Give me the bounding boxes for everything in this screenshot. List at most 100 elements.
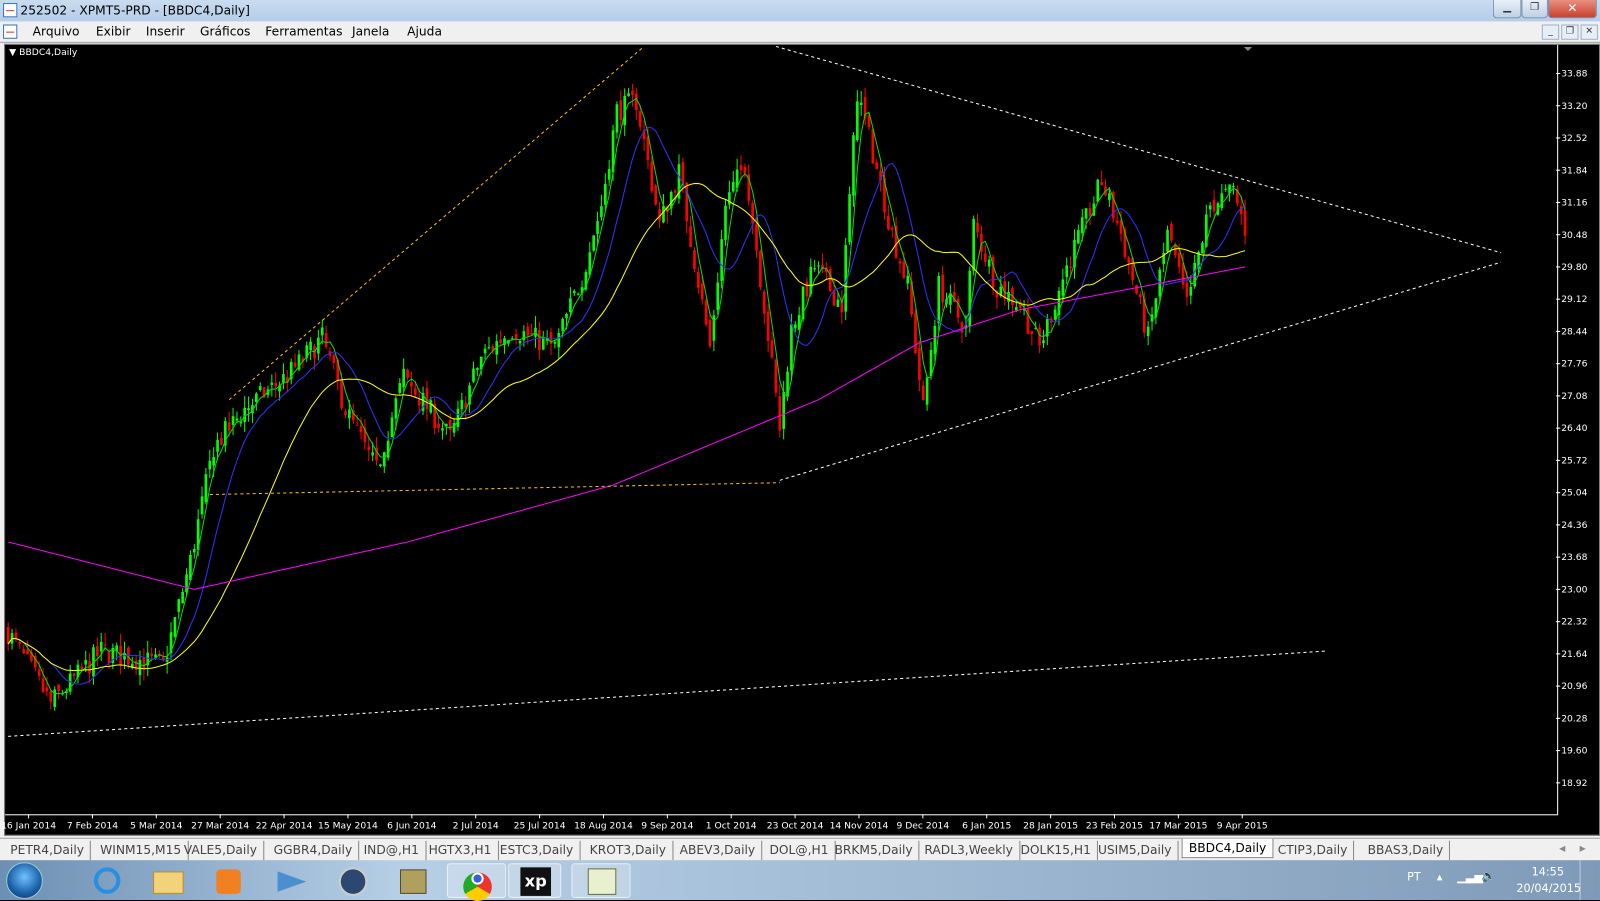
candle-body — [976, 222, 979, 233]
tabs-scroll-right[interactable]: ▸ — [1580, 841, 1586, 855]
tab-dolk15-h1[interactable]: DOLK15,H1 — [1014, 840, 1099, 861]
candle-body — [720, 239, 723, 281]
tab-winm15-m15[interactable]: WINM15,M15 — [94, 840, 189, 861]
candle-body — [96, 646, 99, 657]
taskbar-chrome[interactable] — [446, 863, 507, 901]
candle-body — [340, 379, 343, 409]
tabs-scroll-left[interactable]: ◂ — [1559, 841, 1565, 855]
tab-brkm5-daily[interactable]: BRKM5,Daily — [828, 840, 920, 861]
candle-body — [1088, 208, 1092, 217]
candle-body — [960, 322, 964, 333]
show-desktop-button[interactable] — [1579, 860, 1600, 900]
candle-body — [49, 691, 53, 702]
candle-body — [208, 460, 212, 470]
taskbar-metatrader[interactable] — [571, 863, 631, 898]
price-tick-label: 24.36 — [1561, 520, 1587, 531]
date-tick-label: 7 Feb 2014 — [67, 821, 118, 832]
tab-ggbr4-daily[interactable]: GGBR4,Daily — [268, 840, 360, 861]
price-tick-label: 29.12 — [1561, 294, 1587, 305]
start-button[interactable] — [6, 862, 43, 899]
candle-body — [650, 161, 654, 192]
candle-body — [510, 338, 514, 340]
candle-body — [592, 235, 595, 251]
candle-body — [1080, 217, 1084, 234]
candle-body — [634, 93, 638, 111]
volume-icon[interactable]: 🔈 — [1482, 869, 1496, 882]
taskbar-utility[interactable] — [386, 863, 439, 898]
candle-body — [813, 268, 817, 270]
candle-body — [413, 388, 417, 395]
tab-abev3-daily[interactable]: ABEV3,Daily — [673, 840, 763, 861]
candle-body — [553, 341, 557, 344]
date-tick-label: 6 Jan 2015 — [962, 821, 1011, 832]
taskbar-xp[interactable]: xp — [508, 863, 562, 898]
candle-body — [615, 104, 619, 133]
tab-usim5-daily[interactable]: USIM5,Daily — [1092, 840, 1179, 861]
candle-body — [716, 282, 720, 310]
candle-body — [382, 452, 386, 467]
ie-icon — [93, 867, 121, 894]
show-hidden-icons[interactable]: ▴ — [1437, 870, 1443, 883]
candle-body — [192, 549, 196, 553]
candle-body — [26, 649, 29, 655]
candle-body — [619, 100, 623, 121]
tab-radl3-weekly[interactable]: RADL3,Weekly — [918, 840, 1021, 861]
clock-date[interactable]: 20/04/2015 — [1516, 882, 1581, 895]
trendline — [775, 45, 1502, 254]
tab-ind-h1[interactable]: IND@,H1 — [357, 840, 427, 861]
date-tick-label: 18 Aug 2014 — [574, 821, 633, 832]
tab-petr4-daily[interactable]: PETR4,Daily — [4, 840, 92, 861]
price-tick-label: 22.32 — [1561, 617, 1587, 628]
tab-dol-h1[interactable]: DOL@,H1 — [763, 840, 836, 861]
candle-body — [258, 386, 262, 390]
taskbar-app[interactable] — [263, 863, 316, 898]
price-tick-label: 28.44 — [1561, 326, 1587, 337]
clock-time[interactable]: 14:55 — [1532, 865, 1564, 878]
candle-body — [394, 398, 398, 419]
price-tick-label: 30.48 — [1561, 230, 1587, 241]
candle-body — [173, 617, 177, 637]
candle-body — [441, 428, 444, 431]
candle-body — [782, 392, 785, 429]
taskbar-ie[interactable] — [80, 863, 133, 898]
candle-body — [177, 599, 181, 612]
candle-body — [359, 425, 363, 433]
tab-bbdc4-daily[interactable]: BBDC4,Daily — [1181, 838, 1274, 859]
candle-body — [417, 400, 421, 406]
candle-body — [941, 274, 944, 303]
candle-body — [1127, 257, 1131, 263]
candle-body — [483, 348, 487, 354]
tab-hgtx3-h1[interactable]: HGTX3,H1 — [422, 840, 499, 861]
candle-body — [526, 326, 530, 336]
candle-body — [762, 291, 766, 314]
candle-body — [1139, 294, 1142, 298]
candle-body — [1243, 210, 1247, 236]
trendline — [8, 650, 1327, 737]
candle-body — [518, 340, 522, 344]
date-tick-label: 2 Jul 2014 — [453, 821, 499, 832]
candle-body — [859, 102, 863, 105]
language-indicator[interactable]: PT — [1407, 870, 1421, 883]
tab-krot3-daily[interactable]: KROT3,Daily — [584, 840, 674, 861]
candle-body — [600, 206, 603, 218]
candle-body — [631, 90, 634, 95]
network-icon[interactable]: ▁▃▅ — [1457, 870, 1483, 883]
candle-body — [987, 259, 991, 267]
candle-body — [410, 382, 413, 387]
tab-bbas3-daily[interactable]: BBAS3,Daily — [1362, 840, 1451, 861]
utility-icon — [399, 869, 427, 894]
candle-body — [697, 271, 700, 288]
tab-estc3-daily[interactable]: ESTC3,Daily — [494, 840, 581, 861]
candle-body — [348, 409, 351, 419]
tab-ctip3-daily[interactable]: CTIP3,Daily — [1272, 840, 1355, 861]
candle-body — [18, 641, 22, 644]
price-tick-label: 26.40 — [1561, 423, 1587, 434]
candle-body — [933, 325, 937, 354]
candle-body — [1220, 193, 1224, 209]
taskbar-media-player[interactable] — [202, 863, 255, 898]
taskbar-hp[interactable] — [324, 863, 377, 898]
price-tick-label: 20.96 — [1561, 681, 1587, 692]
tab-vale5-daily[interactable]: VALE5,Daily — [178, 840, 265, 861]
taskbar-explorer[interactable] — [141, 863, 194, 898]
chart-tabs: ◂ ▸ PETR4,Daily WINM15,M15 VALE5,Daily GGBR… — [0, 837, 1600, 861]
